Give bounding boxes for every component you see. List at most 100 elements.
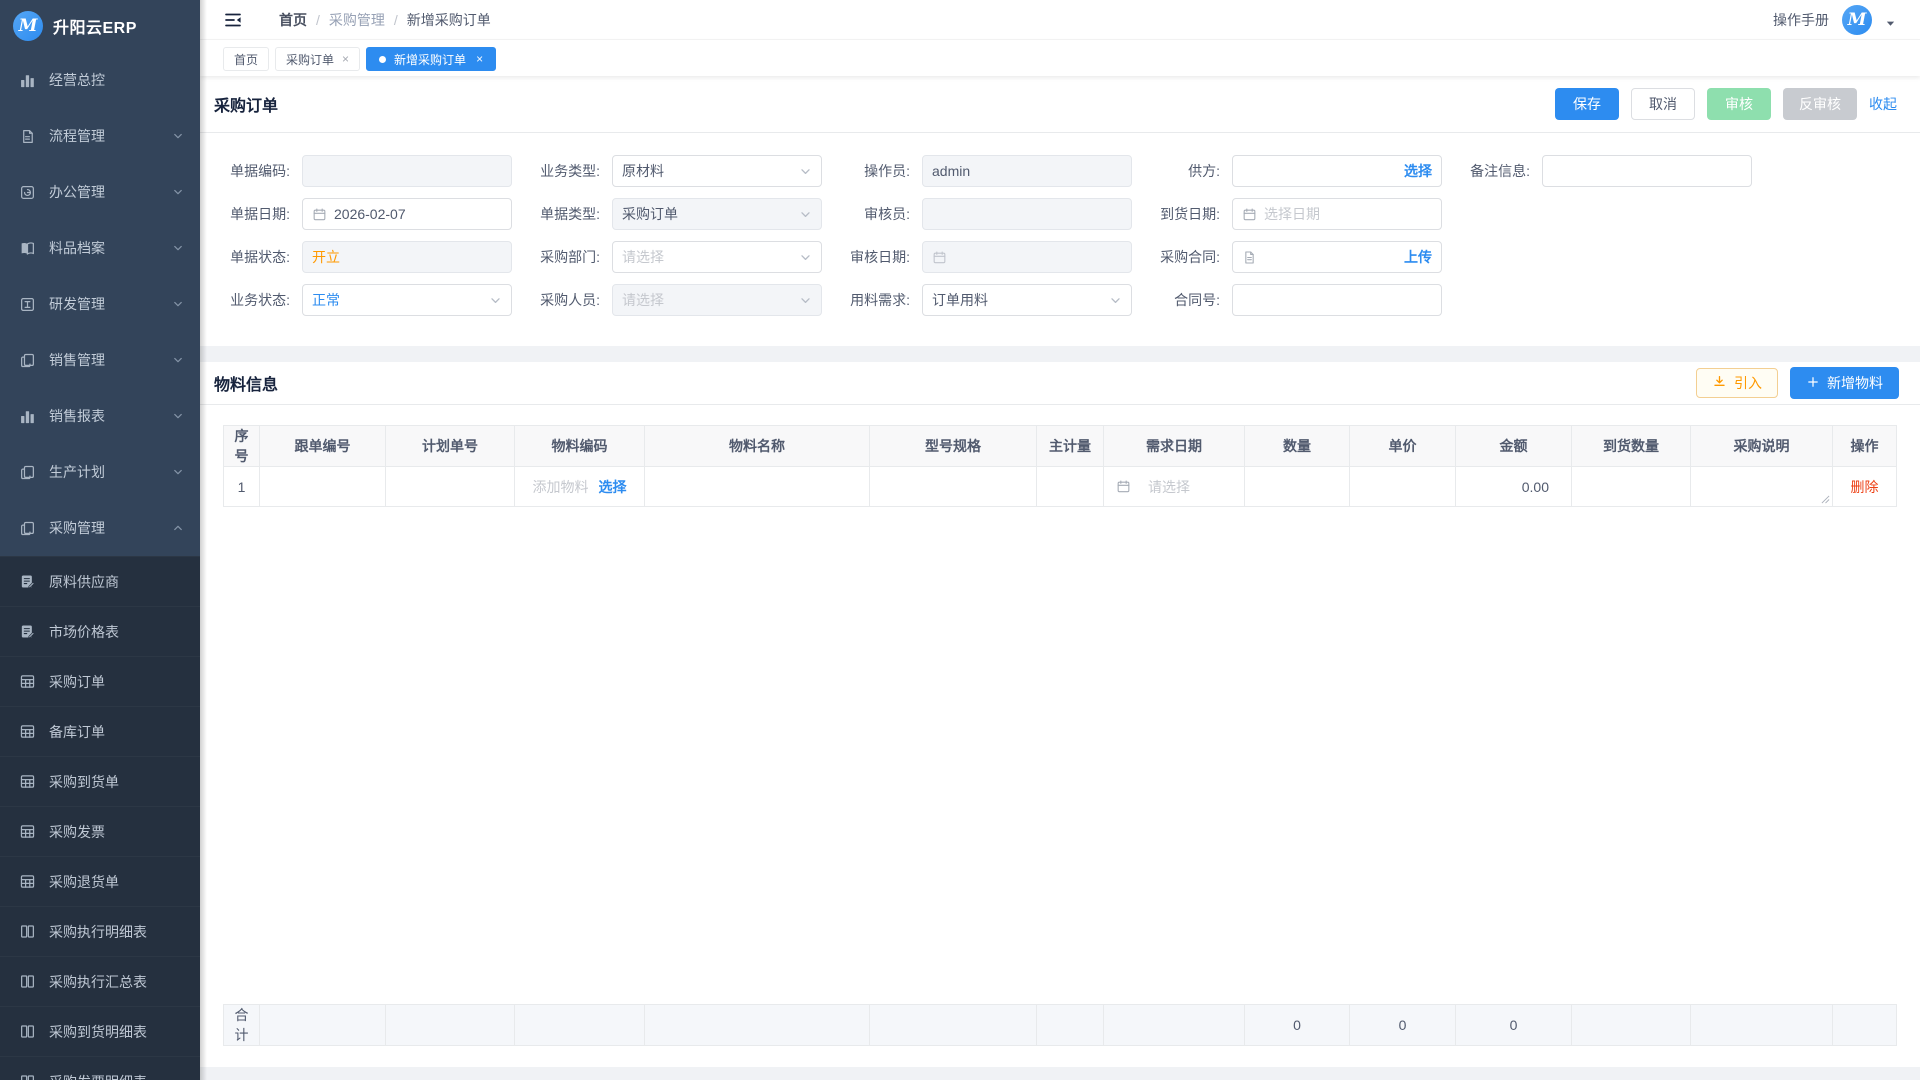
business-status-field[interactable]: 正常 [302, 284, 512, 316]
doc-flow-icon [19, 128, 36, 145]
purchase-staff-placeholder: 请选择 [622, 290, 664, 310]
chevron-down-icon [799, 294, 812, 307]
sidebar-subitem-purchase-order[interactable]: 采购订单 [0, 656, 200, 706]
sidebar-item-process-mgmt[interactable]: 流程管理 [0, 108, 200, 164]
chevron-down-icon [172, 242, 184, 254]
avatar-caret-icon[interactable] [1885, 18, 1896, 29]
tab-new-purchase-order[interactable]: 新增采购订单 × [366, 47, 496, 71]
select-material-link[interactable]: 选择 [599, 477, 627, 497]
contract-no-field[interactable] [1232, 284, 1442, 316]
book-icon [19, 923, 36, 940]
chevron-down-icon [172, 186, 184, 198]
main-area: 首页/采购管理/新增采购订单 操作手册 M 首页采购订单×新增采购订单× 采购订… [200, 0, 1920, 1080]
sidebar-subitem-stock-order[interactable]: 备库订单 [0, 706, 200, 756]
tab-close-icon[interactable]: × [342, 53, 349, 65]
cancel-button[interactable]: 取消 [1631, 88, 1695, 120]
sidebar-subitem-label: 采购执行明细表 [49, 922, 147, 942]
col-header-amount: 金额 [1456, 426, 1572, 467]
menu-fold-icon[interactable] [223, 10, 243, 30]
sidebar-subitem-purchase-invoice-detail[interactable]: 采购发票明细表 [0, 1056, 200, 1080]
import-button[interactable]: 引入 [1696, 368, 1778, 398]
sidebar-item-business-control[interactable]: 经营总控 [0, 52, 200, 108]
app-title: 升阳云ERP [53, 14, 137, 38]
col-header-operation: 操作 [1833, 426, 1897, 467]
materials-table-zone: 序号跟单编号计划单号物料编码物料名称型号规格主计量需求日期数量单价金额到货数量采… [200, 405, 1920, 1067]
sidebar-subitem-purchase-arrival-detail[interactable]: 采购到货明细表 [0, 1006, 200, 1056]
auditor-label: 审核员: [834, 198, 910, 230]
doc-date-field[interactable]: 2026-02-07 [302, 198, 512, 230]
sidebar-submenu: 原料供应商市场价格表采购订单备库订单采购到货单采购发票采购退货单采购执行明细表采… [0, 556, 200, 1080]
chevron-down-icon [172, 298, 184, 310]
archive-icon [19, 240, 36, 257]
sidebar-item-purchase-mgmt[interactable]: 采购管理 [0, 500, 200, 556]
sidebar-subitem-purchase-invoice[interactable]: 采购发票 [0, 806, 200, 856]
add-material-button[interactable]: 新增物料 [1790, 367, 1899, 399]
tabbar: 首页采购订单× 新增采购订单 × [200, 40, 1920, 76]
sidebar-item-office-mgmt[interactable]: 办公管理 [0, 164, 200, 220]
purchase-contract-field[interactable]: 上传 [1232, 241, 1442, 273]
doc-date-value: 2026-02-07 [334, 206, 406, 222]
cell-purchase-note[interactable] [1691, 467, 1833, 507]
resize-handle-icon[interactable] [1821, 495, 1830, 504]
delete-row-link[interactable]: 删除 [1851, 479, 1879, 495]
form-empty-cell [1542, 284, 1752, 316]
materials-summary-table: 合计000 [223, 1004, 1897, 1046]
cell-seq: 1 [224, 467, 260, 507]
copy-icon [19, 464, 36, 481]
sidebar-item-sales-report[interactable]: 销售报表 [0, 388, 200, 444]
audit-date-field [922, 241, 1132, 273]
summary-cell-price: 0 [1350, 1005, 1456, 1046]
sidebar-subitem-label: 原料供应商 [49, 572, 119, 592]
sidebar-subitem-purchase-exec-summary[interactable]: 采购执行汇总表 [0, 956, 200, 1006]
help-manual-link[interactable]: 操作手册 [1773, 10, 1829, 30]
contract-no-label: 合同号: [1144, 284, 1220, 316]
purchase-dept-field[interactable]: 请选择 [612, 241, 822, 273]
avatar[interactable]: M [1842, 5, 1872, 35]
sidebar-item-material-archive[interactable]: 料品档案 [0, 220, 200, 276]
tab-label: 新增采购订单 [394, 51, 466, 68]
business-type-field[interactable]: 原材料 [612, 155, 822, 187]
supplier-action-link[interactable]: 选择 [1404, 161, 1432, 181]
tab-close-icon[interactable]: × [476, 53, 483, 65]
demand-date-placeholder: 请选择 [1148, 477, 1190, 497]
purchase-contract-action-link[interactable]: 上传 [1404, 247, 1432, 267]
sidebar-item-rd-mgmt[interactable]: 研发管理 [0, 276, 200, 332]
purchase-staff-field: 请选择 [612, 284, 822, 316]
operator-label: 操作员: [834, 155, 910, 187]
tab-home[interactable]: 首页 [223, 47, 269, 71]
material-demand-field[interactable]: 订单用料 [922, 284, 1132, 316]
supplier-field[interactable]: 选择 [1232, 155, 1442, 187]
collapse-link[interactable]: 收起 [1869, 94, 1897, 114]
arrival-date-field[interactable]: 选择日期 [1232, 198, 1442, 230]
table-empty-area [223, 507, 1896, 1004]
sidebar-item-label: 销售管理 [49, 350, 159, 370]
cell-qty [1245, 467, 1350, 507]
sidebar-item-production-plan[interactable]: 生产计划 [0, 444, 200, 500]
breadcrumb-item[interactable]: 采购管理 [329, 10, 385, 30]
download-icon [1712, 374, 1727, 392]
summary-cell-note [1691, 1005, 1833, 1046]
materials-table: 序号跟单编号计划单号物料编码物料名称型号规格主计量需求日期数量单价金额到货数量采… [223, 425, 1897, 507]
business-type-value: 原材料 [622, 161, 664, 181]
summary-row: 合计000 [224, 1005, 1897, 1046]
sidebar-subitem-purchase-return[interactable]: 采购退货单 [0, 856, 200, 906]
sidebar-subitem-purchase-exec-detail[interactable]: 采购执行明细表 [0, 906, 200, 956]
materials-header: 物料信息 引入 新增物料 [200, 362, 1920, 404]
sidebar-item-sales-mgmt[interactable]: 销售管理 [0, 332, 200, 388]
table-icon [19, 873, 36, 890]
sidebar-item-label: 销售报表 [49, 406, 159, 426]
sidebar-subitem-raw-supplier[interactable]: 原料供应商 [0, 556, 200, 606]
sidebar-subitem-market-price[interactable]: 市场价格表 [0, 606, 200, 656]
sidebar-subitem-label: 采购订单 [49, 672, 105, 692]
remark-field[interactable] [1542, 155, 1752, 187]
calendar-icon [1116, 479, 1131, 494]
tab-purchase-order[interactable]: 采购订单× [275, 47, 360, 71]
topbar-right: 操作手册 M [1773, 5, 1896, 35]
sidebar-item-label: 采购管理 [49, 518, 159, 538]
col-header-arrival-qty: 到货数量 [1572, 426, 1691, 467]
save-button[interactable]: 保存 [1555, 88, 1619, 120]
col-header-price: 单价 [1350, 426, 1456, 467]
sidebar-subitem-purchase-arrival[interactable]: 采购到货单 [0, 756, 200, 806]
doc-edit-icon [19, 573, 36, 590]
cell-demand-date[interactable]: 请选择 [1104, 467, 1245, 507]
